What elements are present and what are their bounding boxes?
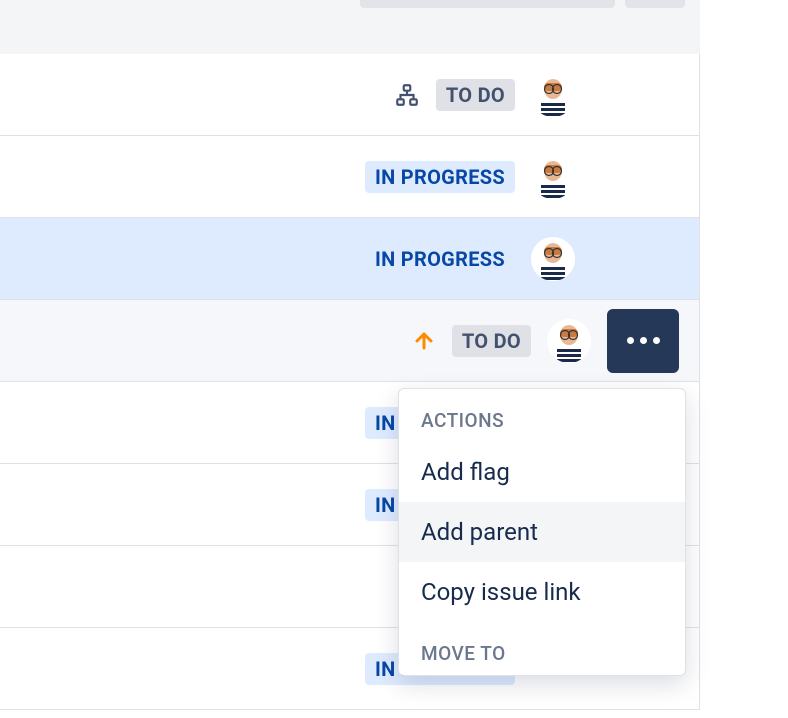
dropdown-section-label: MOVE TO bbox=[399, 622, 685, 675]
header-placeholder bbox=[625, 0, 685, 8]
hierarchy-icon bbox=[394, 82, 420, 108]
dropdown-item-add-flag[interactable]: Add flag bbox=[399, 442, 685, 502]
dropdown-section-label: ACTIONS bbox=[399, 389, 685, 442]
status-badge[interactable]: TO DO bbox=[452, 325, 531, 357]
avatar[interactable] bbox=[531, 73, 575, 117]
issue-row[interactable]: IN PROGRESS bbox=[0, 136, 699, 218]
avatar[interactable] bbox=[547, 319, 591, 363]
avatar[interactable] bbox=[531, 237, 575, 281]
more-actions-button[interactable] bbox=[607, 309, 679, 373]
header-placeholder bbox=[360, 0, 615, 8]
status-badge[interactable]: IN PROGRESS bbox=[365, 161, 515, 193]
ellipsis-icon bbox=[627, 337, 660, 344]
issue-row[interactable]: TO DO bbox=[0, 54, 699, 136]
priority-high-icon bbox=[412, 329, 436, 353]
dropdown-item-copy-link[interactable]: Copy issue link bbox=[399, 562, 685, 622]
issue-row[interactable]: IN PROGRESS bbox=[0, 218, 699, 300]
actions-dropdown: ACTIONS Add flag Add parent Copy issue l… bbox=[398, 388, 686, 676]
list-header bbox=[0, 0, 700, 54]
avatar[interactable] bbox=[531, 155, 575, 199]
issue-row[interactable]: TO DO bbox=[0, 300, 699, 382]
status-badge[interactable]: TO DO bbox=[436, 79, 515, 111]
status-badge[interactable]: IN PROGRESS bbox=[365, 243, 515, 275]
dropdown-item-add-parent[interactable]: Add parent bbox=[399, 502, 685, 562]
